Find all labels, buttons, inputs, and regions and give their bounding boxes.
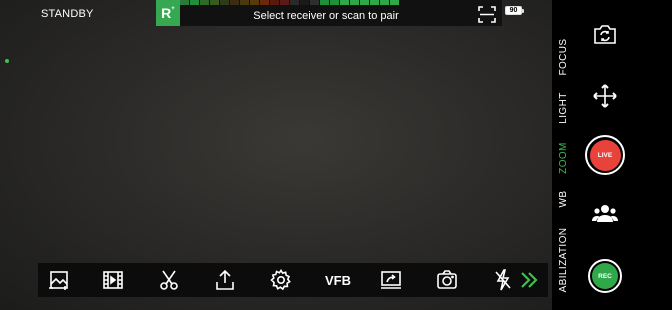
group-icon[interactable]	[590, 199, 620, 229]
meter-segment	[360, 0, 369, 5]
vfb-button[interactable]: VFB	[323, 269, 353, 291]
receiver-badge-letter: R	[161, 5, 172, 21]
flip-camera-icon[interactable]	[590, 19, 620, 49]
meter-segment	[310, 0, 319, 5]
meter-segment	[390, 0, 399, 5]
meter-segment	[300, 0, 309, 5]
camera-icon[interactable]	[436, 269, 458, 291]
meter-segment	[210, 0, 219, 5]
scan-icon[interactable]	[478, 6, 496, 23]
scissors-icon[interactable]	[158, 269, 180, 291]
meter-segment	[270, 0, 279, 5]
share-icon[interactable]	[214, 269, 236, 291]
receiver-bar[interactable]: R + Select receiver or scan to pair	[156, 0, 502, 26]
chevron-double-right-icon[interactable]	[518, 269, 540, 291]
battery-indicator: 90	[505, 6, 524, 15]
meter-segment	[230, 0, 239, 5]
flash-off-icon[interactable]	[492, 269, 514, 291]
meter-segment	[320, 0, 329, 5]
meter-segment	[260, 0, 269, 5]
meter-segment	[240, 0, 249, 5]
meter-segment	[190, 0, 199, 5]
audio-meter	[180, 0, 400, 5]
receiver-badge[interactable]: R +	[156, 0, 180, 26]
record-button-label: REC	[592, 263, 618, 289]
screen-share-icon[interactable]	[380, 269, 402, 291]
meter-segment	[350, 0, 359, 5]
record-button[interactable]: REC	[588, 259, 622, 293]
meter-segment	[280, 0, 289, 5]
pair-prompt[interactable]: Select receiver or scan to pair	[180, 10, 472, 22]
meter-segment	[220, 0, 229, 5]
bottom-toolbar: VFB	[38, 263, 548, 297]
meter-segment	[200, 0, 209, 5]
camera-viewport[interactable]: STANDBY R + Select receiver or scan to pa…	[0, 0, 552, 310]
meter-segment	[370, 0, 379, 5]
status-label: STANDBY	[41, 8, 94, 20]
live-button[interactable]: LIVE	[585, 135, 625, 175]
receiver-badge-plus: +	[171, 6, 175, 12]
gear-icon[interactable]	[270, 269, 292, 291]
indicator-dot	[5, 59, 9, 63]
meter-segment	[380, 0, 389, 5]
meter-segment	[340, 0, 349, 5]
control-sidebar: FOCUS LIGHT ZOOM WB ABILIZATION LIVE REC	[552, 0, 672, 310]
meter-segment	[330, 0, 339, 5]
move-icon[interactable]	[590, 81, 620, 111]
mode-stabilization[interactable]: ABILIZATION	[558, 220, 570, 300]
live-button-label: LIVE	[589, 139, 621, 171]
film-icon[interactable]	[102, 269, 124, 291]
crop-icon[interactable]	[48, 269, 70, 291]
meter-segment	[290, 0, 299, 5]
meter-segment	[250, 0, 259, 5]
meter-segment	[180, 0, 189, 5]
